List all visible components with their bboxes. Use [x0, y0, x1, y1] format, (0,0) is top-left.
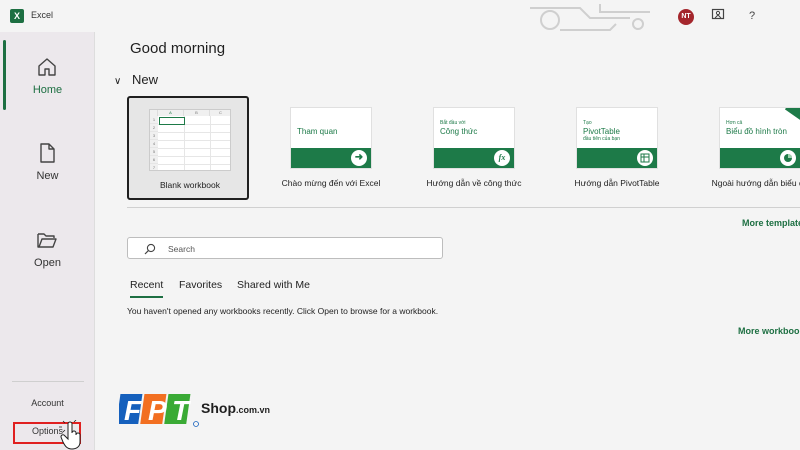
column-header: C [210, 110, 230, 116]
pivot-thumbnail: Tạo PivotTable đầu tiên của bạn [576, 107, 658, 169]
sidebar: Home New Open Account Options [0, 32, 95, 450]
row-header: 7 [150, 164, 158, 170]
template-pivottable-tutorial[interactable]: Tạo PivotTable đầu tiên của bạn Hướng dẫ… [556, 96, 678, 200]
sidebar-item-label: New [36, 170, 59, 182]
column-header: B [184, 110, 210, 116]
pointer-hand-icon [59, 420, 81, 450]
sidebar-item-label: Home [32, 84, 63, 96]
thumb-small-text: Hơn cả [726, 120, 743, 126]
circuit-decoration-icon [530, 4, 650, 31]
new-badge [784, 108, 800, 121]
feedback-icon[interactable] [710, 8, 726, 24]
template-welcome-tour[interactable]: Tham quan ➜ Chào mừng đến với Excel [270, 96, 392, 200]
template-caption: Hướng dẫn về công thức [426, 178, 522, 188]
template-caption: Chào mừng đến với Excel [281, 178, 381, 188]
greeting-title: Good morning [130, 40, 226, 57]
search-icon [144, 243, 156, 255]
blank-workbook-thumbnail: A B C 1 2 3 4 5 6 7 [149, 109, 231, 171]
tab-favorites[interactable]: Favorites [179, 279, 222, 291]
template-caption: Ngoài hướng dẫn biểu đồ [711, 178, 800, 188]
chevron-down-icon: ∨ [114, 76, 122, 87]
pivot-table-icon [637, 150, 653, 166]
template-caption: Hướng dẫn PivotTable [574, 178, 660, 188]
sidebar-item-home[interactable]: Home [0, 34, 95, 110]
search-input[interactable] [168, 241, 428, 256]
function-fx-icon: fx [494, 150, 510, 166]
account-link[interactable]: Account [0, 398, 95, 408]
selected-cell [159, 117, 185, 125]
row-header: 2 [150, 124, 158, 132]
arrow-right-icon: ➜ [351, 150, 367, 166]
new-document-icon [40, 143, 55, 163]
more-templates-link[interactable]: More templates [742, 218, 800, 228]
thumb-subtitle: đầu tiên của bạn [583, 136, 620, 142]
spreadsheet-grid: A B C 1 2 3 4 5 6 7 [150, 110, 230, 170]
empty-recent-message: You haven't opened any workbooks recentl… [127, 306, 439, 316]
shop-label: Shop [201, 400, 236, 416]
row-header: 3 [150, 132, 158, 140]
tab-recent[interactable]: Recent [130, 279, 164, 298]
tab-shared-with-me[interactable]: Shared with Me [237, 279, 310, 291]
new-section-label: New [132, 72, 159, 87]
row-header: 4 [150, 140, 158, 148]
sidebar-item-new[interactable]: New [0, 120, 95, 190]
help-icon[interactable]: ? [744, 8, 760, 24]
thumb-title: Tham quan [297, 127, 338, 136]
excel-logo-icon: X [10, 9, 24, 23]
search-box[interactable] [127, 237, 443, 259]
sidebar-item-label: Open [34, 257, 61, 269]
sidebar-divider [12, 381, 84, 382]
fpt-logo: F P T [119, 394, 199, 427]
app-title: Excel [31, 10, 54, 20]
svg-text:P: P [148, 395, 167, 426]
template-blank-workbook[interactable]: A B C 1 2 3 4 5 6 7 Blank workbook [127, 96, 249, 200]
tour-thumbnail: Tham quan ➜ [290, 107, 372, 169]
user-avatar[interactable]: NT [678, 9, 694, 25]
domain-suffix: .com.vn [236, 405, 271, 415]
section-divider [127, 207, 800, 208]
chart-thumbnail: Hơn cả Biểu đồ hình tròn [719, 107, 800, 169]
title-bar: X Excel NT ? [0, 0, 800, 32]
more-workbooks-link[interactable]: More workbooks [738, 326, 800, 336]
svg-text:F: F [124, 395, 142, 426]
thumb-title: PivotTable [583, 127, 620, 136]
row-header: 1 [150, 116, 158, 124]
pie-chart-icon [780, 150, 796, 166]
template-caption: Blank workbook [159, 180, 220, 190]
column-header: A [158, 110, 184, 116]
row-header: 6 [150, 156, 158, 164]
thumb-title: Biểu đồ hình tròn [726, 127, 787, 136]
thumb-title: Công thức [440, 127, 478, 136]
main-content: Good morning ∨ New A B C 1 2 3 4 5 6 7 B… [96, 32, 800, 450]
svg-text:T: T [172, 395, 192, 426]
thumb-small-text: Bắt đầu với [440, 120, 466, 126]
row-header: 5 [150, 148, 158, 156]
home-icon [38, 58, 56, 76]
thumb-small-text: Tạo [583, 120, 592, 126]
formula-thumbnail: Bắt đầu với Công thức fx [433, 107, 515, 169]
new-section-header[interactable]: ∨ New [114, 72, 158, 87]
sidebar-item-open[interactable]: Open [0, 207, 95, 277]
folder-icon [37, 233, 57, 248]
fpt-shop-wordmark: Shop.com.vn [201, 400, 270, 416]
template-formula-tutorial[interactable]: Bắt đầu với Công thức fx Hướng dẫn về cô… [413, 96, 535, 200]
template-chart-tutorial[interactable]: Hơn cả Biểu đồ hình tròn Ngoài hướng dẫn… [699, 96, 800, 200]
